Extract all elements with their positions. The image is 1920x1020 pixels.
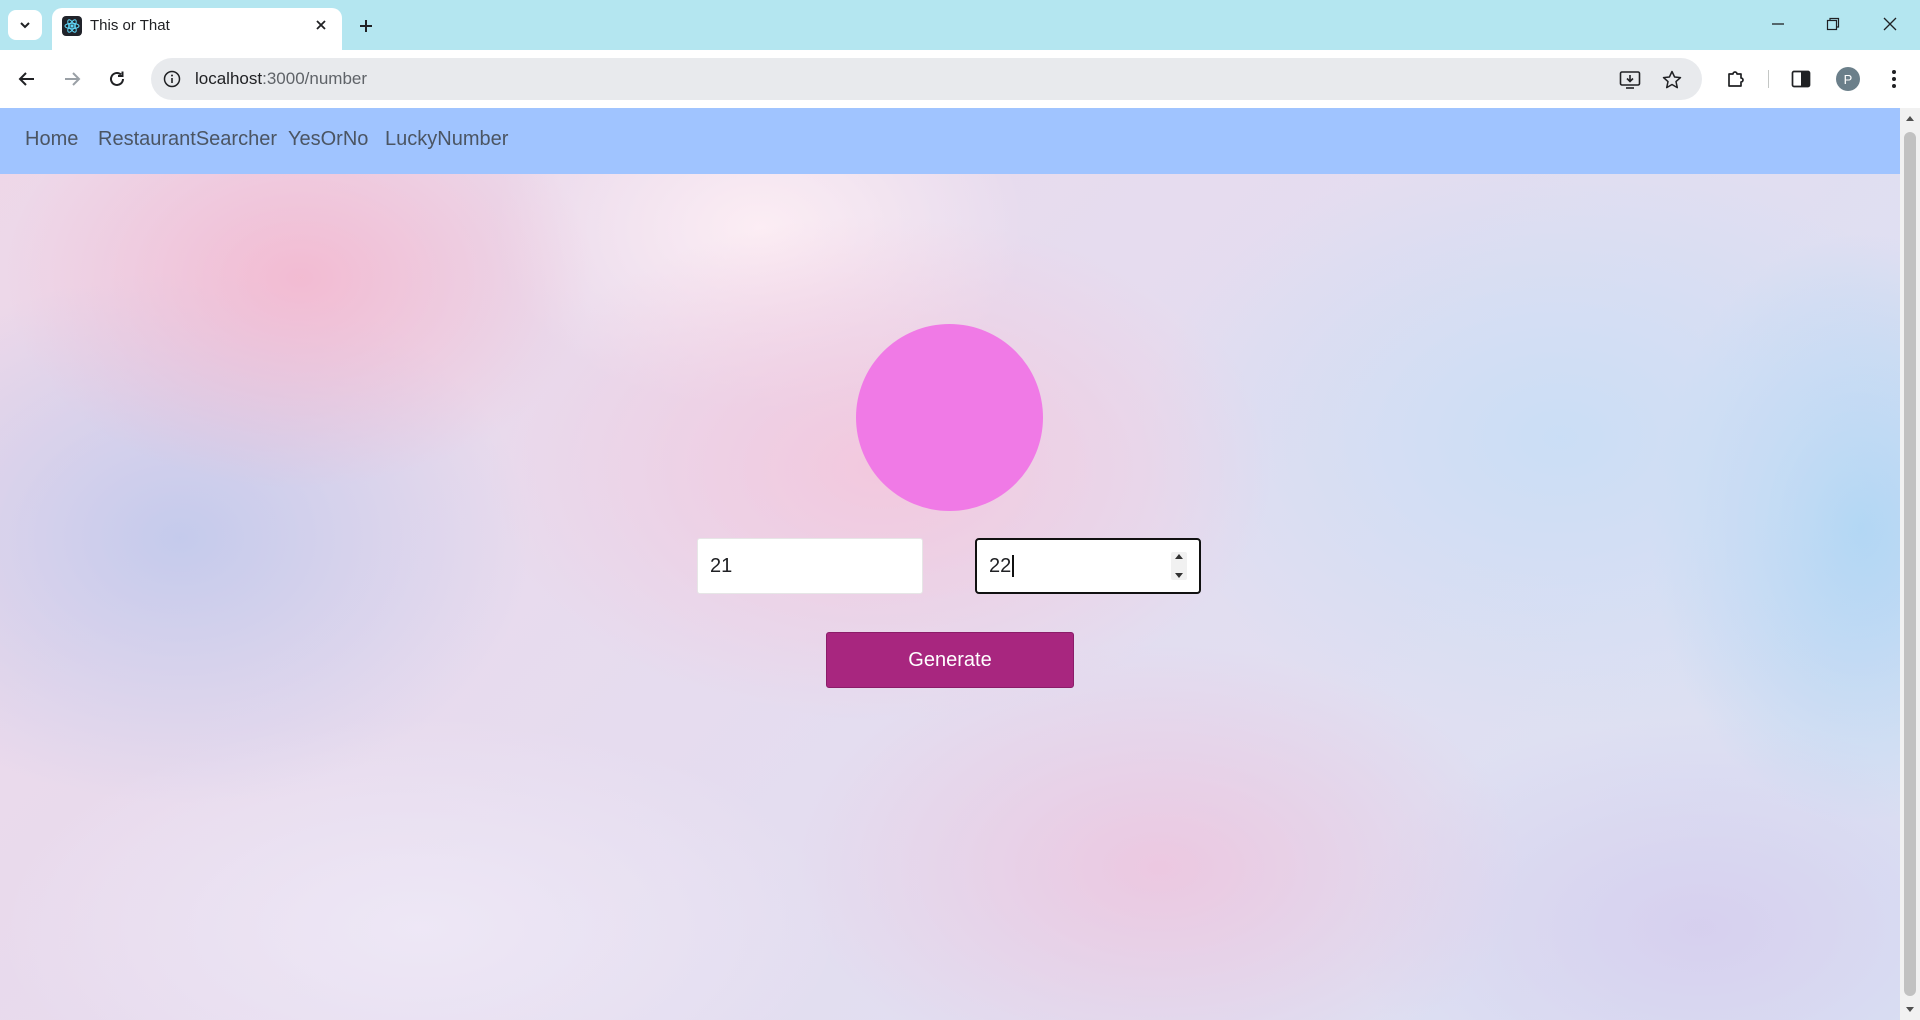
max-number-value: 22	[989, 554, 1012, 577]
tab-strip: This or That	[0, 0, 1920, 50]
puzzle-icon	[1728, 71, 1744, 87]
side-panel-button[interactable]	[1784, 62, 1818, 96]
spin-down-icon[interactable]	[1174, 572, 1184, 580]
url-path: :3000/number	[262, 69, 368, 88]
info-icon[interactable]	[161, 68, 183, 90]
minimize-button[interactable]	[1761, 10, 1795, 38]
close-window-button[interactable]	[1873, 10, 1907, 38]
nav-link-yes-or-no[interactable]: YesOrNo	[288, 128, 368, 151]
url-text: localhost:3000/number	[195, 69, 367, 89]
close-icon	[1883, 17, 1897, 31]
min-number-value: 21	[710, 554, 733, 577]
url-host: localhost	[195, 69, 263, 88]
react-logo-icon	[62, 16, 82, 36]
tab-search-button[interactable]	[8, 10, 42, 40]
active-tab[interactable]: This or That	[52, 8, 342, 50]
reload-button[interactable]	[100, 62, 134, 96]
kebab-menu-icon	[1892, 70, 1896, 88]
profile-avatar[interactable]: P	[1836, 67, 1860, 91]
arrow-right-icon	[65, 72, 81, 86]
plus-icon	[360, 20, 372, 32]
toolbar-divider	[1768, 70, 1769, 88]
browser-toolbar: localhost:3000/number	[0, 50, 1920, 108]
app-navbar: Home RestaurantSearcher YesOrNo LuckyNum…	[0, 108, 1900, 174]
minimize-icon	[1772, 23, 1784, 25]
tab-close-button[interactable]	[310, 14, 332, 36]
scroll-down-arrow-icon[interactable]	[1904, 1004, 1916, 1016]
generate-button[interactable]: Generate	[826, 632, 1074, 688]
star-icon[interactable]	[1659, 67, 1685, 93]
install-app-icon[interactable]	[1617, 67, 1643, 93]
scroll-up-arrow-icon[interactable]	[1904, 112, 1916, 124]
min-number-input[interactable]: 21	[697, 538, 923, 594]
result-circle	[856, 324, 1043, 511]
reload-icon	[110, 71, 124, 86]
nav-link-restaurant-searcher[interactable]: RestaurantSearcher	[98, 128, 277, 151]
back-button[interactable]	[10, 62, 44, 96]
forward-button[interactable]	[55, 62, 89, 96]
scrollbar-thumb[interactable]	[1904, 132, 1916, 996]
tab-title: This or That	[90, 17, 170, 34]
chevron-down-icon	[20, 22, 30, 29]
chrome-menu-button[interactable]	[1877, 62, 1911, 96]
restore-icon	[1826, 17, 1840, 31]
number-spinner[interactable]	[1171, 552, 1187, 580]
page-viewport: Home RestaurantSearcher YesOrNo LuckyNum…	[0, 108, 1900, 1020]
page-scrollbar[interactable]	[1900, 108, 1920, 1020]
arrow-left-icon	[18, 72, 34, 86]
text-caret	[1012, 555, 1015, 577]
nav-link-home[interactable]: Home	[25, 128, 78, 151]
spin-up-icon[interactable]	[1174, 552, 1184, 560]
new-tab-button[interactable]	[352, 12, 380, 40]
close-icon	[316, 20, 326, 30]
nav-link-lucky-number[interactable]: LuckyNumber	[385, 128, 508, 151]
address-bar[interactable]: localhost:3000/number	[151, 58, 1702, 100]
max-number-input[interactable]: 22	[975, 538, 1201, 594]
restore-button[interactable]	[1816, 10, 1850, 38]
extensions-button[interactable]	[1719, 62, 1753, 96]
side-panel-icon	[1791, 70, 1811, 88]
